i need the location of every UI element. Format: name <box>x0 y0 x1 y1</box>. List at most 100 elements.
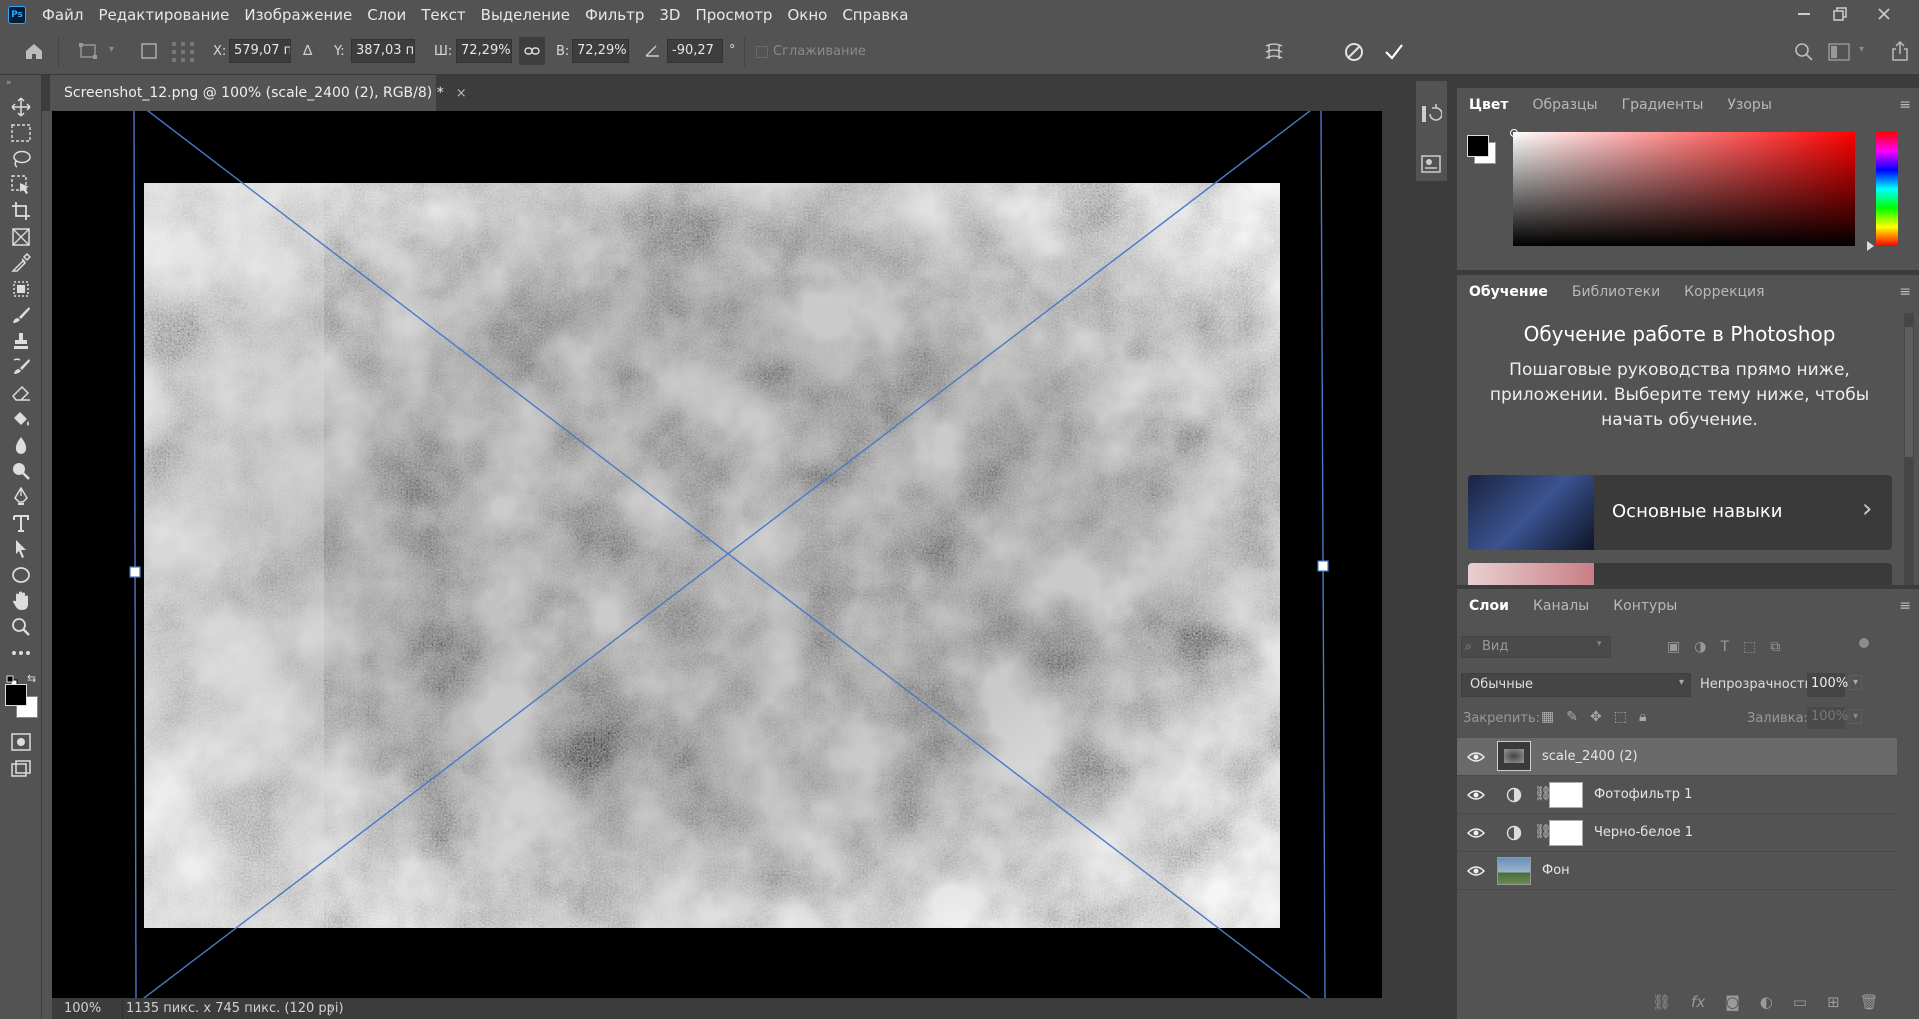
tab-layers[interactable]: Слои <box>1457 589 1521 623</box>
fx-icon[interactable]: fx <box>1691 993 1705 1011</box>
frame-tool-icon[interactable] <box>9 225 33 249</box>
chevron-down-icon[interactable]: ▾ <box>1859 45 1864 55</box>
lasso-tool-icon[interactable] <box>9 147 33 171</box>
hue-slider[interactable] <box>1876 132 1898 246</box>
minimize-button[interactable] <box>1786 2 1822 26</box>
object-selection-tool-icon[interactable] <box>9 173 33 197</box>
chevron-down-icon[interactable]: ▾ <box>1849 709 1863 724</box>
menu-file[interactable]: Файл <box>42 6 83 24</box>
filter-toggle-icon[interactable] <box>1859 638 1869 648</box>
menu-type[interactable]: Текст <box>421 6 465 24</box>
tab-color[interactable]: Цвет <box>1457 88 1520 122</box>
tab-learn[interactable]: Обучение <box>1457 275 1560 309</box>
width-field[interactable]: 72,29% <box>456 39 512 63</box>
color-picker-cursor[interactable] <box>1510 129 1518 137</box>
panel-menu-icon[interactable]: ≡ <box>1899 97 1911 113</box>
eye-icon[interactable] <box>1466 862 1486 880</box>
expand-tools-icon[interactable]: » <box>6 78 12 88</box>
image-filter-icon[interactable]: ▣ <box>1667 639 1680 655</box>
fill-field[interactable]: 100% <box>1807 707 1848 729</box>
foreground-color-swatch[interactable] <box>5 684 27 706</box>
layer-row-background[interactable]: Фон <box>1457 852 1897 890</box>
close-document-icon[interactable]: × <box>456 86 467 101</box>
angle-field[interactable]: -90,27 <box>667 39 723 63</box>
lock-all-icon[interactable]: 🔒︎ <box>1639 709 1646 725</box>
close-window-button[interactable] <box>1866 2 1902 26</box>
menu-view[interactable]: Просмотр <box>695 6 772 24</box>
dodge-tool-icon[interactable] <box>9 459 33 483</box>
tab-channels[interactable]: Каналы <box>1521 589 1601 623</box>
tab-patterns[interactable]: Узоры <box>1715 88 1783 122</box>
canvas[interactable] <box>52 111 1382 998</box>
eye-icon[interactable] <box>1466 786 1486 804</box>
chevron-down-icon[interactable]: ▾ <box>1597 639 1602 649</box>
hue-slider-handle[interactable] <box>1867 241 1874 251</box>
tab-adjustments[interactable]: Коррекция <box>1672 275 1776 309</box>
swap-colors-icon[interactable]: ⇆ <box>27 672 36 685</box>
delta-icon[interactable]: ∆ <box>303 44 312 58</box>
layer-row-scale[interactable]: scale_2400 (2) <box>1457 738 1897 776</box>
quick-mask-icon[interactable] <box>9 730 33 754</box>
tab-swatches[interactable]: Образцы <box>1520 88 1609 122</box>
zoom-tool-icon[interactable] <box>9 615 33 639</box>
type-tool-icon[interactable] <box>9 511 33 535</box>
reference-point-grid-icon[interactable] <box>171 41 195 67</box>
layer-row-blackwhite[interactable]: ⛓ Черно-белое 1 <box>1457 814 1897 852</box>
link-aspect-icon[interactable] <box>519 37 545 65</box>
layer-mask-thumbnail[interactable] <box>1549 782 1583 808</box>
menu-help[interactable]: Справка <box>842 6 908 24</box>
chevron-down-icon[interactable]: ▾ <box>1849 675 1863 690</box>
lock-image-icon[interactable]: ✎ <box>1566 709 1578 725</box>
workspace-icon[interactable] <box>1828 43 1850 65</box>
y-position-field[interactable]: 387,03 пи <box>351 39 415 63</box>
learn-card-next[interactable] <box>1468 563 1892 585</box>
shape-filter-icon[interactable]: ⬚ <box>1743 639 1756 655</box>
spot-healing-tool-icon[interactable] <box>9 277 33 301</box>
link-layers-icon[interactable]: ⛓ <box>1652 993 1671 1011</box>
pen-tool-icon[interactable] <box>9 485 33 509</box>
chevron-down-icon[interactable]: ▾ <box>109 45 114 55</box>
eye-icon[interactable] <box>1466 748 1486 766</box>
clone-stamp-tool-icon[interactable] <box>9 329 33 353</box>
learn-scrollbar[interactable] <box>1904 313 1914 585</box>
layer-row-photofilter[interactable]: ⛓ Фотофильтр 1 <box>1457 776 1897 814</box>
lock-artboard-icon[interactable]: ⬚ <box>1614 709 1627 725</box>
antialias-checkbox[interactable] <box>756 45 768 62</box>
menu-3d[interactable]: 3D <box>659 6 680 24</box>
panel-menu-icon[interactable]: ≡ <box>1899 284 1911 300</box>
screen-mode-icon[interactable] <box>9 757 33 781</box>
eye-icon[interactable] <box>1466 824 1486 842</box>
ellipse-tool-icon[interactable] <box>9 563 33 587</box>
panel-menu-icon[interactable]: ≡ <box>1899 598 1911 614</box>
path-selection-tool-icon[interactable] <box>9 537 33 561</box>
layer-mask-thumbnail[interactable] <box>1549 820 1583 846</box>
adjustment-icon[interactable]: ◐ <box>1760 993 1773 1011</box>
new-group-icon[interactable]: ▭ <box>1793 993 1807 1011</box>
type-filter-icon[interactable]: T <box>1720 639 1729 655</box>
commit-transform-icon[interactable] <box>1383 41 1405 67</box>
foreground-color-swatch[interactable] <box>1467 135 1489 157</box>
eyedropper-tool-icon[interactable] <box>9 251 33 275</box>
zoom-level[interactable]: 100% <box>64 1001 101 1016</box>
add-mask-icon[interactable]: ◙ <box>1725 993 1740 1011</box>
menu-window[interactable]: Окно <box>787 6 827 24</box>
restore-button[interactable] <box>1822 2 1858 26</box>
home-icon[interactable] <box>24 42 44 64</box>
reference-point-toggle-icon[interactable] <box>141 43 157 63</box>
menu-filter[interactable]: Фильтр <box>585 6 644 24</box>
tab-paths[interactable]: Контуры <box>1601 589 1689 623</box>
blur-tool-icon[interactable] <box>9 433 33 457</box>
marquee-tool-icon[interactable] <box>9 121 33 145</box>
learn-card-basics[interactable]: Основные навыки › <box>1468 475 1892 550</box>
status-arrow-icon[interactable]: 〉 <box>328 1000 341 1019</box>
move-tool-icon[interactable] <box>9 95 33 119</box>
warp-icon[interactable] <box>1263 41 1285 67</box>
new-layer-icon[interactable]: ⊞ <box>1827 993 1840 1011</box>
history-brush-tool-icon[interactable] <box>9 355 33 379</box>
adjustment-filter-icon[interactable]: ◑ <box>1694 639 1706 655</box>
crop-tool-icon[interactable] <box>9 199 33 223</box>
tab-libraries[interactable]: Библиотеки <box>1560 275 1672 309</box>
opacity-field[interactable]: 100% <box>1807 673 1848 697</box>
more-tools-icon[interactable] <box>9 641 33 665</box>
menu-image[interactable]: Изображение <box>244 6 352 24</box>
